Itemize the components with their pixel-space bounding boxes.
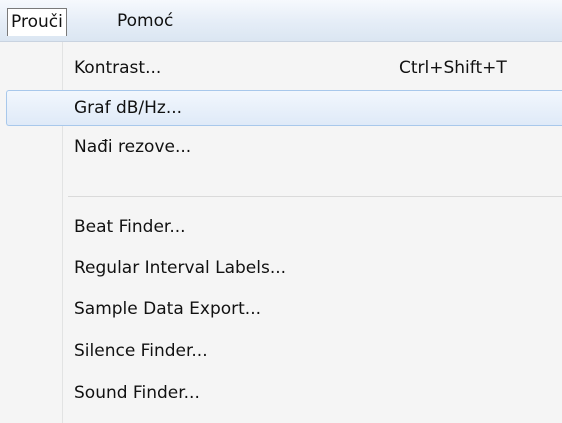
- menu-item-contrast[interactable]: Kontrast... Ctrl+Shift+T: [6, 51, 562, 87]
- menu-item-shortcut: Ctrl+Shift+T: [399, 58, 507, 78]
- menu-item-find-clipping[interactable]: Nađi rezove...: [6, 137, 562, 190]
- menu-item-label: Graf dB/Hz...: [74, 98, 183, 118]
- menu-item-regular-interval-labels[interactable]: Regular Interval Labels...: [6, 251, 562, 287]
- menu-item-label: Beat Finder...: [74, 217, 186, 237]
- analyze-dropdown-menu: Kontrast... Ctrl+Shift+T Graf dB/Hz... N…: [0, 42, 562, 423]
- menu-item-label: Sample Data Export...: [74, 299, 261, 319]
- menu-item-plot-spectrum[interactable]: Graf dB/Hz...: [6, 90, 562, 126]
- menu-item-silence-finder[interactable]: Silence Finder...: [6, 334, 562, 370]
- menu-analyze[interactable]: Prouči: [7, 8, 67, 36]
- menu-item-label: Silence Finder...: [74, 341, 208, 361]
- menu-item-label: Nađi rezove...: [74, 137, 192, 157]
- menu-item-label: Sound Finder...: [74, 383, 200, 403]
- menu-help[interactable]: Pomoć: [114, 8, 176, 36]
- menu-separator: [68, 196, 562, 197]
- menu-item-sample-data-export[interactable]: Sample Data Export...: [6, 292, 562, 328]
- menu-item-label: Kontrast...: [74, 58, 162, 78]
- menu-item-sound-finder[interactable]: Sound Finder...: [6, 376, 562, 412]
- menu-item-label: Regular Interval Labels...: [74, 258, 287, 278]
- menu-item-beat-finder[interactable]: Beat Finder...: [6, 210, 562, 246]
- menu-bar: Prouči Pomoć: [0, 0, 562, 42]
